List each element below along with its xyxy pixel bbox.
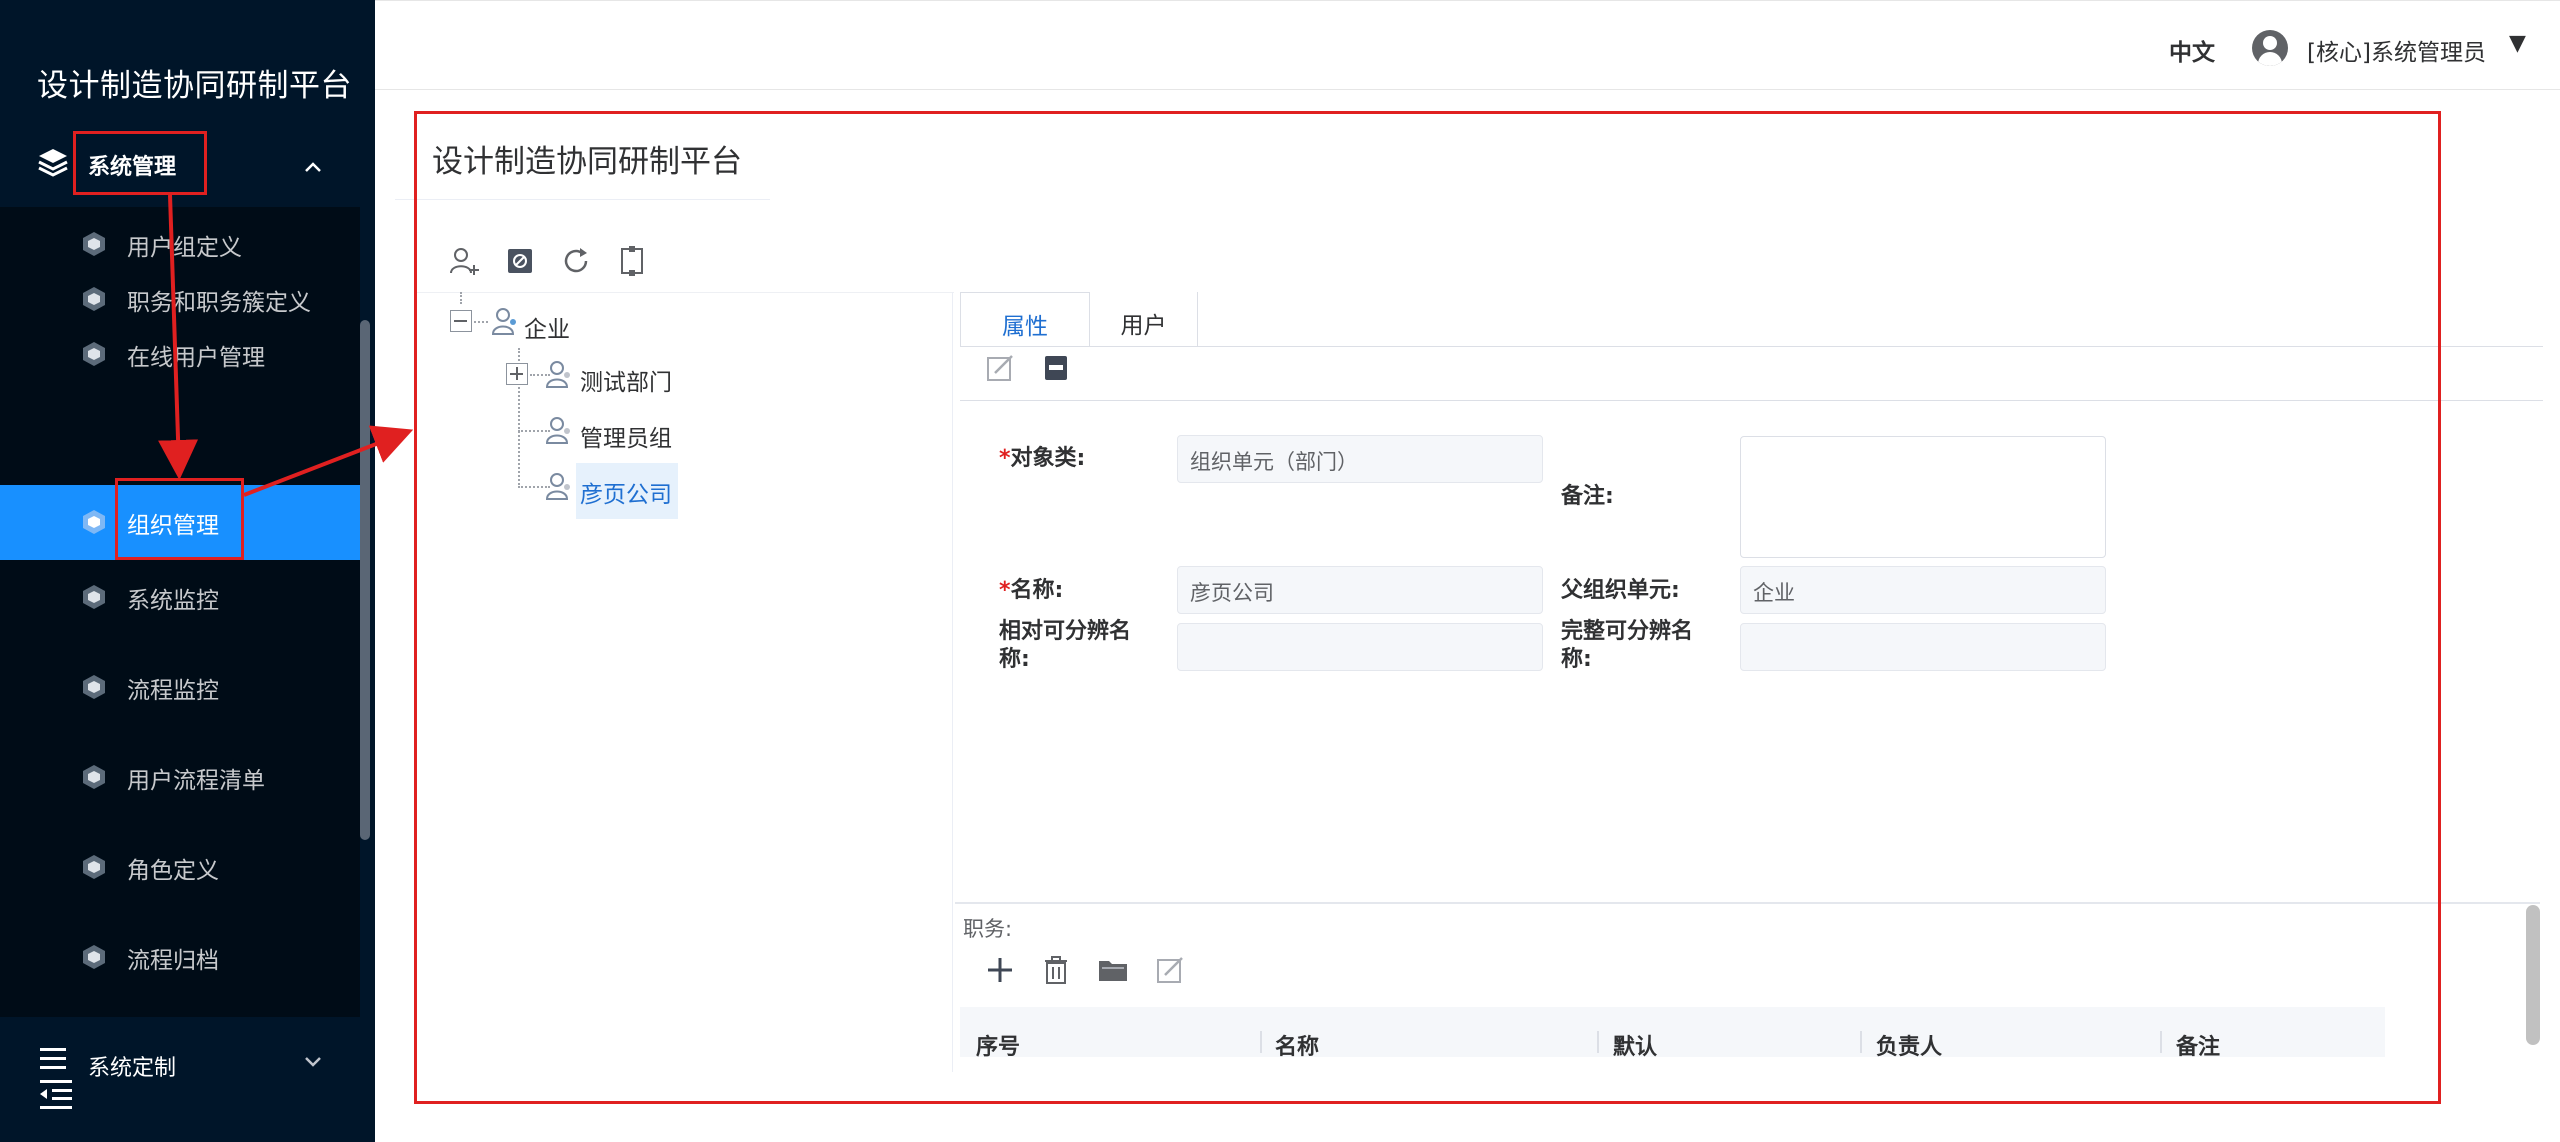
annotation-arrow: [243, 425, 414, 497]
annotation-arrows: [158, 194, 414, 497]
annotation-arrow: [158, 194, 199, 480]
